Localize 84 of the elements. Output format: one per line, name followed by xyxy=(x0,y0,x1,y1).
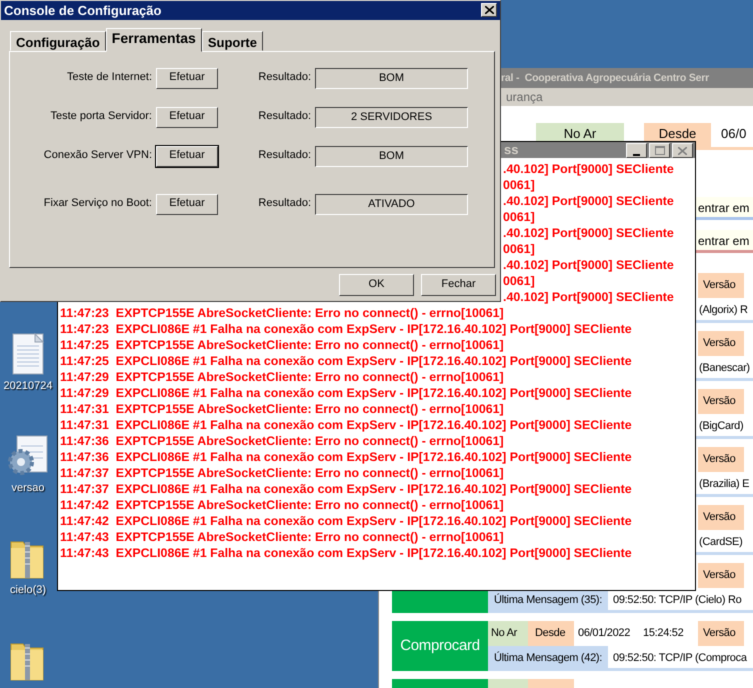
time-cell-text: 15:24:52 xyxy=(642,626,684,641)
field-label: Teste de Internet: xyxy=(66,71,153,85)
close-button[interactable] xyxy=(481,3,497,17)
version-label: Versão xyxy=(698,273,744,298)
close-icon xyxy=(484,6,494,14)
version-label: Versão xyxy=(698,621,744,646)
minimize-icon xyxy=(633,154,640,156)
log-line: .40.102] Port[9000] SECliente xyxy=(503,193,674,209)
result-field: BOM xyxy=(315,146,468,166)
log-line: 11:47:43 EXPTCP155E AbreSocketCliente: Erro no connect() - errno[10061] xyxy=(60,529,504,545)
log-line: .40.102] Port[9000] SECliente xyxy=(503,257,674,273)
message-text: (Algorix) R xyxy=(698,303,748,318)
log-line: 11:47:23 EXPCLI086E #1 Falha na conexão com ExpServ - IP[172.16.40.102] Port[9000] SECliente xyxy=(60,321,632,337)
field-label: Fixar Serviço no Boot: xyxy=(42,197,153,211)
field-label: Resultado: xyxy=(257,71,312,85)
icon-label[interactable]: versao xyxy=(11,482,45,496)
since-label: Desde xyxy=(528,621,574,646)
merchant-label: Comprocard xyxy=(392,621,488,671)
log-line: 0061] xyxy=(503,273,535,289)
dialog-button[interactable]: Fechar xyxy=(421,274,496,296)
field-label: Resultado: xyxy=(257,110,312,124)
menu-item[interactable]: urança xyxy=(506,90,543,104)
version-label: Versão xyxy=(698,563,744,588)
status-cell: No Ar xyxy=(488,621,528,646)
version-label: Versão xyxy=(698,389,744,414)
result-field: BOM xyxy=(315,68,468,88)
log-line: 11:47:37 EXPTCP155E AbreSocketCliente: Erro no connect() - errno[10061] xyxy=(60,465,504,481)
log-line: .40.102] Port[9000] SECliente xyxy=(503,289,674,305)
maximize-icon xyxy=(654,146,664,155)
message-text: (Brazilia) E xyxy=(698,477,750,492)
date-cell-text: 06/01/2022 xyxy=(577,626,632,641)
run-button[interactable]: Efetuar xyxy=(156,68,218,88)
message-text: 09:52:50: TCP/IP (Comproca xyxy=(612,651,747,666)
log-line: 11:47:23 EXPTCP155E AbreSocketCliente: Erro no connect() - errno[10061] xyxy=(60,305,504,321)
document-gear-icon[interactable] xyxy=(7,434,49,478)
icon-label[interactable]: cielo(3) xyxy=(10,584,46,598)
run-button[interactable]: Efetuar xyxy=(156,194,218,214)
window-title: ss xyxy=(504,142,518,157)
message-text: (BigCard) xyxy=(698,419,744,434)
log-line: 11:47:37 EXPCLI086E #1 Falha na conexão com ExpServ - IP[172.16.40.102] Port[9000] SECliente xyxy=(60,481,632,497)
message-label: Última Mensagem (42): xyxy=(488,646,608,668)
run-button[interactable]: Efetuar xyxy=(156,106,218,128)
tab[interactable]: Configuração xyxy=(10,31,106,51)
close-button[interactable] xyxy=(672,143,693,158)
log-line: 11:47:29 EXPCLI086E #1 Falha na conexão com ExpServ - IP[172.16.40.102] Port[9000] SECliente xyxy=(60,385,632,401)
icon-label[interactable]: 20210724 xyxy=(4,380,52,394)
log-line: 11:47:42 EXPTCP155E AbreSocketCliente: Erro no connect() - errno[10061] xyxy=(60,497,504,513)
date-cell: 06/0 xyxy=(711,123,753,150)
log-line: 11:47:25 EXPCLI086E #1 Falha na conexão com ExpServ - IP[172.16.40.102] Port[9000] SECliente xyxy=(60,353,632,369)
log-line: .40.102] Port[9000] SECliente xyxy=(503,225,674,241)
log-line: 11:47:25 EXPTCP155E AbreSocketCliente: Erro no connect() - errno[10061] xyxy=(60,337,504,353)
message-text: (CardSE) xyxy=(698,535,742,550)
log-line: 11:47:42 EXPCLI086E #1 Falha na conexão com ExpServ - IP[172.16.40.102] Port[9000] SECliente xyxy=(60,513,632,529)
tab[interactable]: Suporte xyxy=(202,31,263,51)
field-label: Resultado: xyxy=(257,149,312,163)
log-line: 0061] xyxy=(503,177,535,193)
log-line: 11:47:43 EXPCLI086E #1 Falha na conexão com ExpServ - IP[172.16.40.102] Port[9000] SECliente xyxy=(60,545,632,561)
field-label: Conexão Server VPN: xyxy=(42,149,153,163)
notice-bar: entrar em xyxy=(696,230,753,253)
result-field: 2 SERVIDORES xyxy=(315,106,468,128)
minimize-button[interactable] xyxy=(626,143,647,158)
log-line: 11:47:29 EXPTCP155E AbreSocketCliente: Erro no connect() - errno[10061] xyxy=(60,369,504,385)
maximize-button[interactable] xyxy=(649,143,670,158)
run-button[interactable]: Efetuar xyxy=(156,146,218,166)
log-line: 11:47:31 EXPCLI086E #1 Falha na conexão com ExpServ - IP[172.16.40.102] Port[9000] SECliente xyxy=(60,417,632,433)
message-text: (Banescar) xyxy=(698,361,750,376)
log-line: 11:47:36 EXPTCP155E AbreSocketCliente: Erro no connect() - errno[10061] xyxy=(60,433,504,449)
version-label: Versão xyxy=(698,505,744,530)
notice-bar: entrar em xyxy=(696,197,753,220)
window-title: Console de Configuração xyxy=(4,3,162,18)
message-text: 09:52:50: TCP/IP (Cielo) Ro xyxy=(612,593,742,608)
log-line: .40.102] Port[9000] SECliente xyxy=(503,161,674,177)
field-label: Resultado: xyxy=(257,197,312,211)
log-line: 11:47:36 EXPCLI086E #1 Falha na conexão com ExpServ - IP[172.16.40.102] Port[9000] SECliente xyxy=(60,449,632,465)
field-label: Teste porta Servidor: xyxy=(50,110,153,124)
log-line: 11:47:31 EXPTCP155E AbreSocketCliente: Erro no connect() - errno[10061] xyxy=(60,401,504,417)
dialog-button[interactable]: OK xyxy=(339,274,414,296)
version-label: Versão xyxy=(698,447,744,472)
log-line: 0061] xyxy=(503,209,535,225)
log-line: 0061] xyxy=(503,241,535,257)
close-icon xyxy=(678,146,687,154)
tab[interactable]: Ferramentas xyxy=(106,28,202,52)
result-field: ATIVADO xyxy=(315,194,468,214)
version-label: Versão xyxy=(698,331,744,356)
